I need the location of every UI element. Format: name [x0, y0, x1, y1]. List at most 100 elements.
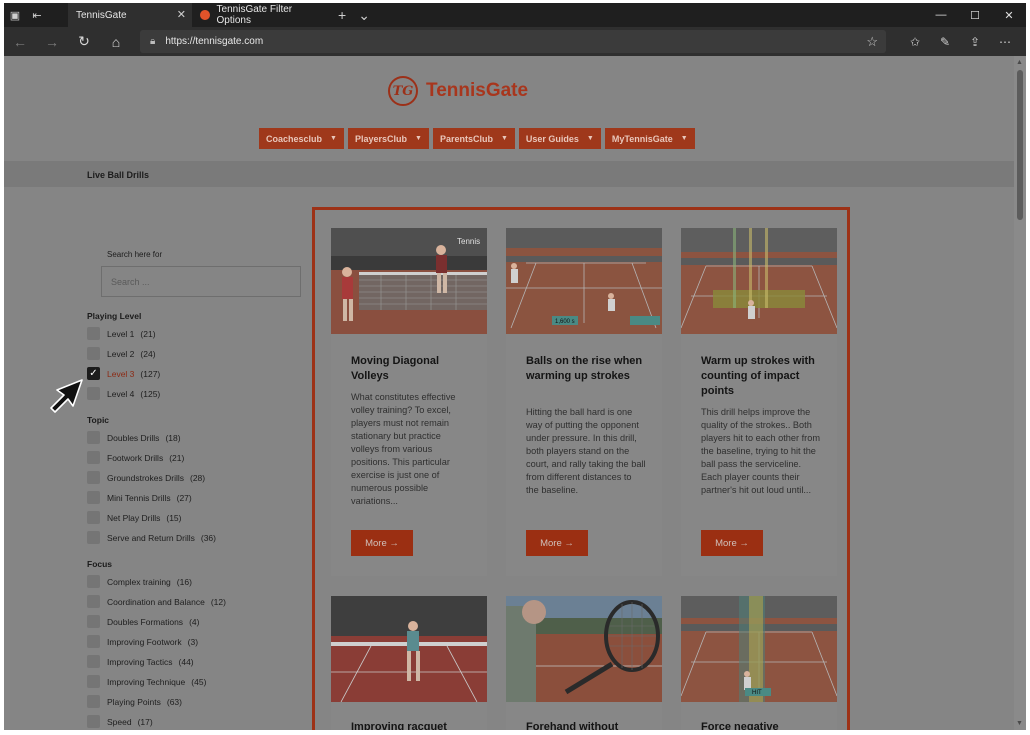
- drill-title[interactable]: Forehand without: [526, 720, 650, 730]
- drill-thumbnail[interactable]: [506, 596, 662, 702]
- minimize-icon[interactable]: —: [924, 3, 958, 27]
- scrollbar-thumb[interactable]: [1017, 70, 1023, 220]
- home-icon[interactable]: ⌂: [100, 27, 132, 56]
- forward-icon[interactable]: →: [36, 27, 68, 56]
- page-viewport: TG TennisGate Coachesclub ▼ PlayersClub ▼ …: [4, 56, 1014, 730]
- menu-user-guides[interactable]: User Guides ▼: [518, 128, 601, 149]
- refresh-icon[interactable]: ↻: [68, 27, 100, 56]
- tab-label: TennisGate: [76, 9, 127, 21]
- filter-option[interactable]: Complex training (16): [87, 575, 192, 588]
- set-aside-tabs-icon[interactable]: ⇤: [26, 3, 48, 27]
- favorite-star-icon[interactable]: ☆: [866, 34, 878, 50]
- checkbox[interactable]: [87, 451, 100, 464]
- drill-card[interactable]: Improving racquet: [331, 596, 487, 730]
- maximize-icon[interactable]: ☐: [958, 3, 992, 27]
- option-count: (125): [140, 388, 161, 399]
- drill-title[interactable]: Force negative: [701, 720, 825, 730]
- checkbox[interactable]: [87, 327, 100, 340]
- pen-icon[interactable]: ✎: [930, 27, 960, 56]
- tab-filter-options[interactable]: TennisGate Filter Options: [192, 3, 332, 27]
- filter-option[interactable]: Doubles Drills (18): [87, 431, 181, 444]
- url-text: https://tennisgate.com: [165, 36, 264, 47]
- caret-down-icon: ▼: [415, 135, 422, 142]
- drill-card[interactable]: Warm up strokes with counting of impact …: [681, 228, 837, 576]
- checkbox[interactable]: [87, 615, 100, 628]
- checkbox[interactable]: [87, 511, 100, 524]
- checkbox[interactable]: [87, 471, 100, 484]
- favorites-icon[interactable]: ✩: [900, 27, 930, 56]
- filter-option[interactable]: Playing Points (63): [87, 695, 182, 708]
- checkbox[interactable]: [87, 595, 100, 608]
- filter-option[interactable]: Serve and Return Drills (36): [87, 531, 216, 544]
- filter-option[interactable]: Doubles Formations (4): [87, 615, 199, 628]
- menu-parentsclub[interactable]: ParentsClub ▼: [432, 128, 515, 149]
- option-label: Mini Tennis Drills: [107, 492, 171, 503]
- checkbox[interactable]: [87, 491, 100, 504]
- more-button[interactable]: More →: [526, 530, 588, 556]
- address-bar[interactable]: 🔒︎ https://tennisgate.com ☆: [140, 30, 886, 53]
- tab-tennisgate[interactable]: TennisGate ✕: [68, 3, 192, 27]
- drill-thumbnail[interactable]: 1,600 s: [506, 228, 662, 334]
- filter-option[interactable]: Improving Technique (45): [87, 675, 206, 688]
- filter-option-checked[interactable]: ✓ Level 3 (127): [87, 367, 160, 380]
- drill-title[interactable]: Balls on the rise when warming up stroke…: [526, 354, 650, 384]
- back-icon[interactable]: ←: [4, 27, 36, 56]
- drill-title[interactable]: Warm up strokes with counting of impact …: [701, 354, 825, 399]
- site-logo[interactable]: TG TennisGate: [388, 76, 528, 106]
- filter-option[interactable]: Level 2 (24): [87, 347, 156, 360]
- option-label: Coordination and Balance: [107, 596, 205, 607]
- checkbox[interactable]: [87, 387, 100, 400]
- drill-description: This drill helps improve the quality of …: [701, 407, 820, 495]
- filter-option[interactable]: Improving Footwork (3): [87, 635, 198, 648]
- checkbox[interactable]: [87, 715, 100, 728]
- drill-title[interactable]: Moving Diagonal Volleys: [351, 354, 475, 384]
- checkbox[interactable]: [87, 695, 100, 708]
- scroll-down-icon[interactable]: ▼: [1016, 720, 1023, 727]
- drill-thumbnail[interactable]: [681, 228, 837, 334]
- drill-thumbnail[interactable]: [331, 596, 487, 702]
- filter-option[interactable]: Footwork Drills (21): [87, 451, 184, 464]
- filter-option[interactable]: Groundstrokes Drills (28): [87, 471, 205, 484]
- filter-option[interactable]: Coordination and Balance (12): [87, 595, 226, 608]
- checkbox[interactable]: [87, 347, 100, 360]
- checkbox[interactable]: [87, 655, 100, 668]
- search-input[interactable]: Search ...: [101, 266, 301, 297]
- checkbox[interactable]: [87, 531, 100, 544]
- filter-option[interactable]: Improving Tactics (44): [87, 655, 194, 668]
- checkbox[interactable]: [87, 675, 100, 688]
- share-icon[interactable]: ⇪: [960, 27, 990, 56]
- menu-coachesclub[interactable]: Coachesclub ▼: [259, 128, 344, 149]
- checkbox-checked[interactable]: ✓: [87, 367, 100, 380]
- option-count: (63): [166, 696, 182, 707]
- menu-mytennisgate[interactable]: MyTennisGate ▼: [604, 128, 695, 149]
- tab-actions-icon[interactable]: ▣: [4, 3, 26, 27]
- vertical-scrollbar[interactable]: ▲ ▼: [1014, 56, 1026, 730]
- drill-thumbnail[interactable]: Tennis: [331, 228, 487, 334]
- option-count: (27): [176, 492, 192, 503]
- checkbox[interactable]: [87, 431, 100, 444]
- drill-card[interactable]: Tennis Moving Diagonal Volleys What cons…: [331, 228, 487, 576]
- drill-card[interactable]: 1,600 s Balls on the rise when warming u…: [506, 228, 662, 576]
- filter-option[interactable]: Mini Tennis Drills (27): [87, 491, 192, 504]
- close-tab-icon[interactable]: ✕: [177, 8, 186, 21]
- checkbox[interactable]: [87, 575, 100, 588]
- drill-thumbnail[interactable]: HIT: [681, 596, 837, 702]
- more-options-icon[interactable]: ⋯: [990, 27, 1020, 56]
- filter-option[interactable]: Level 1 (21): [87, 327, 156, 340]
- filter-option[interactable]: Speed (17): [87, 715, 153, 728]
- more-button[interactable]: More →: [701, 530, 763, 556]
- close-window-icon[interactable]: ✕: [992, 3, 1026, 27]
- results-panel: Tennis Moving Diagonal Volleys What cons…: [312, 207, 850, 730]
- new-tab-icon[interactable]: +: [332, 7, 352, 23]
- more-button[interactable]: More →: [351, 530, 413, 556]
- drill-title[interactable]: Improving racquet: [351, 720, 475, 730]
- thumbnail-text: HIT: [752, 690, 762, 696]
- drill-card[interactable]: HIT Force negative: [681, 596, 837, 730]
- menu-playersclub[interactable]: PlayersClub ▼: [347, 128, 429, 149]
- chevron-down-icon[interactable]: ⌄: [352, 7, 376, 24]
- filter-option[interactable]: Net Play Drills (15): [87, 511, 182, 524]
- scroll-up-icon[interactable]: ▲: [1016, 59, 1023, 66]
- drill-card[interactable]: Forehand without: [506, 596, 662, 730]
- filter-option[interactable]: Level 4 (125): [87, 387, 160, 400]
- checkbox[interactable]: [87, 635, 100, 648]
